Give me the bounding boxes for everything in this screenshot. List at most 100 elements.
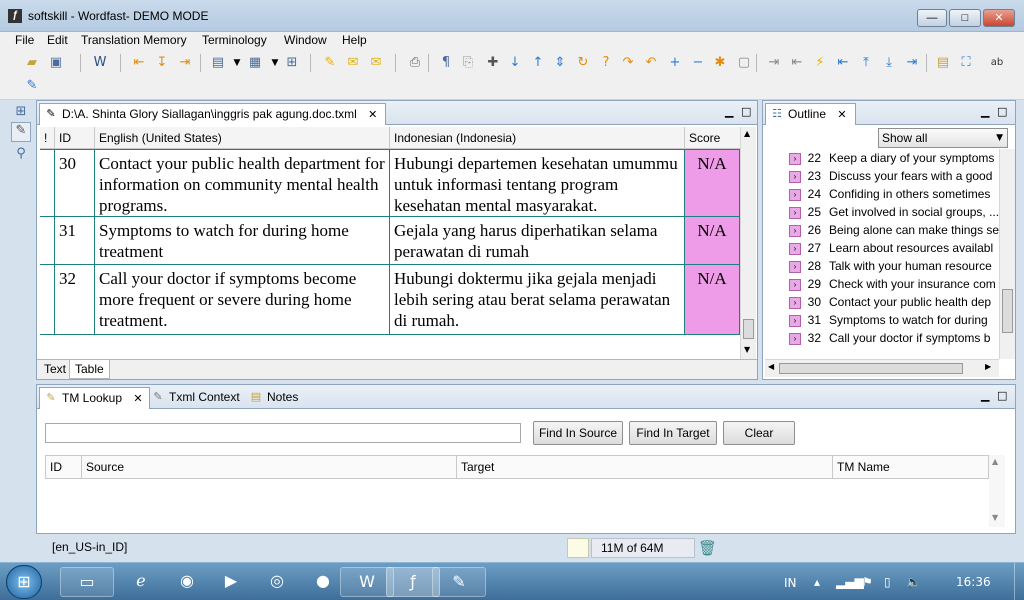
outline-item[interactable]: › 23 Discuss your fears with a good: [789, 167, 1003, 185]
pilcrow-icon[interactable]: ¶: [438, 55, 454, 71]
lock-icon[interactable]: ▢: [736, 55, 752, 71]
copy-source-icon[interactable]: ⎘: [460, 55, 476, 71]
network-signal-icon[interactable]: ▂▄▆: [836, 575, 864, 589]
source-cell[interactable]: Call your doctor if symptoms become more…: [95, 265, 390, 334]
asterisk-icon[interactable]: ✱: [712, 55, 728, 71]
tm-source-column-header[interactable]: Source: [82, 456, 457, 478]
commit-query-icon[interactable]: ?: [598, 55, 614, 71]
notes-icon[interactable]: ▤: [935, 55, 951, 71]
commit-next-icon[interactable]: ↷: [620, 55, 636, 71]
scroll-thumb[interactable]: [1002, 289, 1013, 333]
segment-icon[interactable]: ▤: [210, 55, 226, 71]
menu-translation-memory[interactable]: Translation Memory: [81, 33, 187, 47]
tab-text[interactable]: Text: [39, 360, 71, 379]
close-tab-icon[interactable]: ✕: [133, 392, 142, 405]
plus-icon[interactable]: +: [667, 55, 683, 71]
dropdown-arrow-icon[interactable]: ▼: [267, 55, 283, 71]
next-segment-icon[interactable]: ↓: [507, 55, 523, 71]
id-column-header[interactable]: ID: [55, 127, 95, 149]
tag-add-icon[interactable]: ✉: [368, 55, 384, 71]
tab-table[interactable]: Table: [69, 360, 110, 379]
minus-icon[interactable]: −: [690, 55, 706, 71]
find-in-source-button[interactable]: Find In Source: [533, 421, 623, 445]
close-button[interactable]: ✕: [983, 9, 1015, 27]
volume-icon[interactable]: 🔈: [906, 575, 921, 589]
expand-segment-icon[interactable]: ⇕: [552, 55, 568, 71]
show-desktop-button[interactable]: [1014, 563, 1024, 600]
document-plus-icon[interactable]: ✚: [485, 55, 501, 71]
editor-document-tab[interactable]: ✎ D:\A. Shinta Glory Siallagan\inggris p…: [39, 103, 387, 125]
target-column-header[interactable]: Indonesian (Indonesia): [390, 127, 685, 149]
save-icon[interactable]: ▣: [48, 55, 64, 71]
scroll-right-icon[interactable]: ▶: [985, 362, 991, 371]
top-icon[interactable]: ⤒: [858, 55, 874, 71]
revert-icon[interactable]: ↶: [643, 55, 659, 71]
paint-taskbar-icon[interactable]: ✎: [432, 567, 486, 597]
segment-row[interactable]: 31 Symptoms to watch for during home tre…: [40, 217, 740, 265]
outline-item[interactable]: › 32 Call your doctor if symptoms b: [789, 329, 1003, 347]
source-cell[interactable]: Contact your public health department fo…: [95, 150, 390, 216]
outline-item[interactable]: › 28 Talk with your human resource: [789, 257, 1003, 275]
start-button[interactable]: ⊞: [6, 565, 42, 599]
outline-filter-select[interactable]: Show all ▼: [878, 128, 1008, 148]
segment-row[interactable]: 32 Call your doctor if symptoms become m…: [40, 265, 740, 335]
scroll-left-icon[interactable]: ◀: [768, 362, 774, 371]
minimize-button[interactable]: —: [917, 9, 947, 27]
open-icon[interactable]: ▰: [24, 55, 40, 71]
outline-item[interactable]: › 24 Confiding in others sometimes: [789, 185, 1003, 203]
maximize-button[interactable]: □: [949, 9, 981, 27]
lightning-icon[interactable]: ⚡: [812, 55, 828, 71]
power-icon[interactable]: ▯: [884, 575, 891, 589]
previous-segment-icon[interactable]: ↑: [530, 55, 546, 71]
find-in-target-button[interactable]: Find In Target: [629, 421, 717, 445]
source-column-header[interactable]: English (United States): [95, 127, 390, 149]
join-icon[interactable]: ⇤: [789, 55, 805, 71]
close-tab-icon[interactable]: ✕: [837, 108, 846, 121]
print-icon[interactable]: ⎙: [407, 55, 423, 71]
menu-file[interactable]: File: [15, 33, 34, 47]
tm-vertical-scrollbar[interactable]: ▲ ▼: [989, 455, 1005, 527]
target-cell[interactable]: Hubungi doktermu jika gejala menjadi leb…: [390, 265, 685, 334]
close-tab-icon[interactable]: ✕: [368, 108, 377, 121]
clear-button[interactable]: Clear: [723, 421, 795, 445]
merge-icon[interactable]: ⊞: [284, 55, 300, 71]
commit-icon[interactable]: ↻: [575, 55, 591, 71]
outline-tab[interactable]: ☷ Outline ✕: [765, 103, 856, 125]
outline-item[interactable]: › 29 Check with your insurance com: [789, 275, 1003, 293]
garbage-collect-icon[interactable]: 🗑: [698, 539, 717, 557]
minimize-view-icon[interactable]: ▁: [981, 105, 989, 118]
scroll-down-icon[interactable]: ▼: [992, 513, 998, 522]
tm-id-column-header[interactable]: ID: [46, 456, 82, 478]
outline-item[interactable]: › 22 Keep a diary of your symptoms: [789, 149, 1003, 167]
explorer-taskbar-icon[interactable]: ▭: [60, 567, 114, 597]
outline-item[interactable]: › 26 Being alone can make things se: [789, 221, 1003, 239]
scroll-up-icon[interactable]: ▲: [992, 457, 998, 466]
menu-help[interactable]: Help: [342, 33, 367, 47]
maximize-view-icon[interactable]: □: [997, 105, 1007, 118]
scroll-thumb[interactable]: [779, 363, 963, 374]
edit-document-icon[interactable]: ✎: [24, 78, 40, 94]
scroll-up-icon[interactable]: ▲: [744, 129, 750, 138]
tab-txml-context[interactable]: ✎ Txml Context: [147, 387, 246, 409]
spellcheck-icon[interactable]: ab: [989, 55, 1005, 71]
target-cell[interactable]: Hubungi departemen kesehatan umummu untu…: [390, 150, 685, 216]
scroll-thumb[interactable]: [743, 319, 754, 339]
minimize-view-icon[interactable]: ▁: [725, 105, 733, 118]
add-view-icon[interactable]: ⊞: [13, 104, 29, 120]
dropdown-arrow-icon[interactable]: ▼: [229, 55, 245, 71]
bottom-icon[interactable]: ⤓: [881, 55, 897, 71]
first-segment-icon[interactable]: ⇤: [835, 55, 851, 71]
clock[interactable]: 16:36: [956, 575, 991, 589]
show-hidden-icons-icon[interactable]: ▴: [814, 575, 820, 589]
score-column-header[interactable]: Score: [685, 127, 740, 149]
target-cell[interactable]: Gejala yang harus diperhatikan selama pe…: [390, 217, 685, 264]
tag-icon[interactable]: ✎: [322, 55, 338, 71]
tab-notes[interactable]: ▤ Notes: [245, 387, 304, 409]
menu-edit[interactable]: Edit: [47, 33, 68, 47]
arrow-left-icon[interactable]: ⇤: [131, 55, 147, 71]
minimize-view-icon[interactable]: ▁: [981, 389, 989, 402]
menu-window[interactable]: Window: [284, 33, 327, 47]
tm-target-column-header[interactable]: Target: [457, 456, 833, 478]
maximize-view-icon[interactable]: □: [997, 389, 1007, 402]
menu-terminology[interactable]: Terminology: [202, 33, 267, 47]
